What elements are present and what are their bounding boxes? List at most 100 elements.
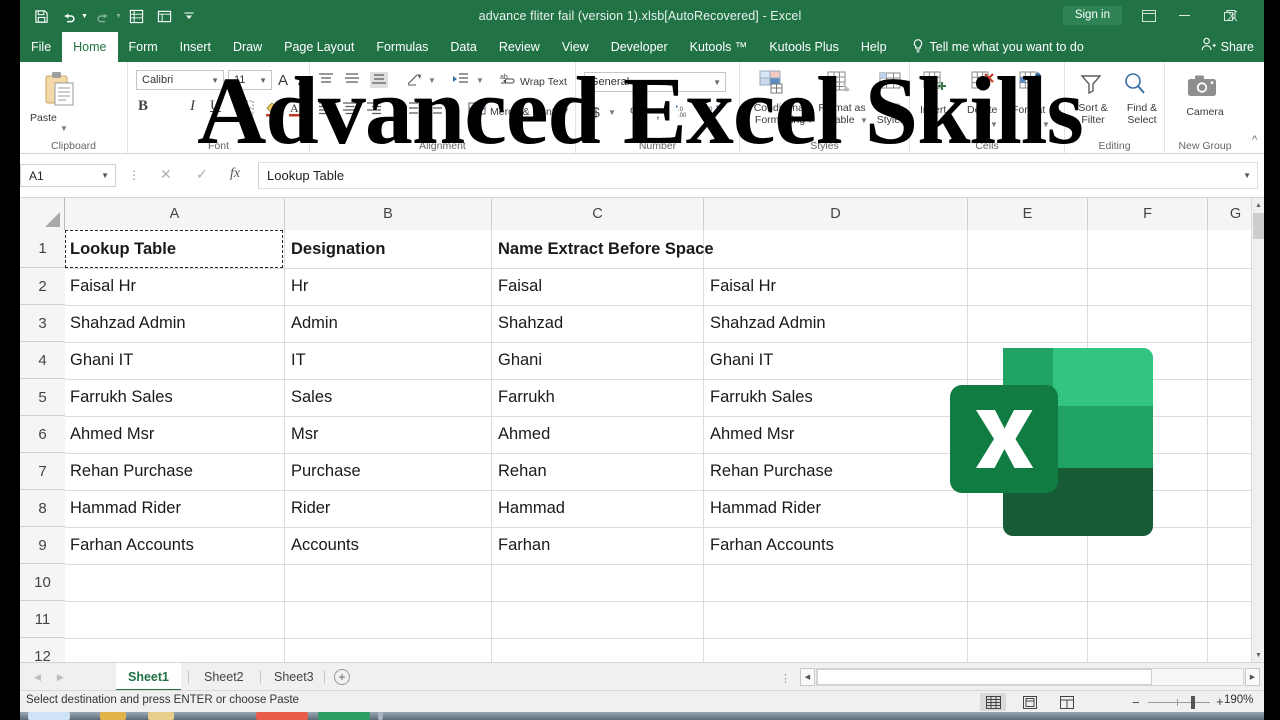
row-header-5[interactable]: 5 xyxy=(20,379,65,416)
shrink-font-button[interactable]: A xyxy=(298,74,306,88)
chevron-down-icon[interactable]: ▼ xyxy=(259,71,267,90)
collapse-ribbon-button[interactable]: ^ xyxy=(1252,134,1257,146)
row-header-12[interactable]: 12 xyxy=(20,638,65,662)
decrease-decimal-icon[interactable]: .00.0 xyxy=(702,104,722,119)
cell-b6[interactable]: Msr xyxy=(286,416,490,453)
tab-developer[interactable]: Developer xyxy=(600,32,679,62)
tab-form[interactable]: Form xyxy=(118,32,169,62)
column-header-e[interactable]: E xyxy=(968,198,1088,230)
horizontal-scrollbar-thumb[interactable] xyxy=(817,669,1152,685)
format-as-table-icon[interactable] xyxy=(826,70,854,96)
tab-file[interactable]: File xyxy=(20,32,62,62)
row-header-10[interactable]: 10 xyxy=(20,564,65,601)
align-middle-icon[interactable] xyxy=(344,72,360,86)
delete-cells-dropdown-icon[interactable]: ▼ xyxy=(990,120,998,129)
sign-in-button[interactable]: Sign in xyxy=(1062,6,1122,25)
align-left-icon[interactable] xyxy=(318,102,334,115)
italic-button[interactable]: I xyxy=(190,98,195,115)
fill-color-icon[interactable] xyxy=(264,100,281,117)
page-break-view-button[interactable] xyxy=(1054,693,1080,711)
sheet-nav-prev-icon[interactable]: ◀ xyxy=(34,672,41,683)
sheet-nav-arrows[interactable]: ◀ ▶ xyxy=(26,663,64,691)
row-header-8[interactable]: 8 xyxy=(20,490,65,527)
sort-filter-icon[interactable] xyxy=(1079,72,1103,96)
cell-b4[interactable]: IT xyxy=(286,342,490,379)
zoom-slider-track[interactable] xyxy=(1148,702,1210,703)
select-all-corner[interactable] xyxy=(20,198,65,230)
chevron-down-icon[interactable]: ▼ xyxy=(211,71,219,90)
taskbar-start-button[interactable] xyxy=(28,712,70,720)
open-recent-icon[interactable] xyxy=(152,4,178,28)
horizontal-scrollbar-track[interactable] xyxy=(816,668,1244,686)
taskbar-item-record[interactable] xyxy=(256,712,308,720)
column-header-f[interactable]: F xyxy=(1088,198,1208,230)
normal-view-button[interactable] xyxy=(980,693,1006,711)
redo-icon[interactable] xyxy=(90,4,116,28)
cancel-entry-button[interactable]: ✕ xyxy=(160,166,172,183)
cell-d3[interactable]: Shahzad Admin xyxy=(705,305,965,342)
ribbon-display-options-icon[interactable] xyxy=(1136,6,1162,26)
tab-kutools-plus[interactable]: Kutools Plus xyxy=(758,32,849,62)
sheet-tab-sheet2[interactable]: Sheet2 xyxy=(192,663,256,691)
tab-kutools[interactable]: Kutools ™ xyxy=(679,32,759,62)
cell-c9[interactable]: Farhan xyxy=(493,527,701,564)
cell-b1[interactable]: Designation xyxy=(286,230,490,268)
cell-d2[interactable]: Faisal Hr xyxy=(705,268,965,305)
row-header-2[interactable]: 2 xyxy=(20,268,65,305)
taskbar-item-excel[interactable] xyxy=(318,712,370,720)
row-header-3[interactable]: 3 xyxy=(20,305,65,342)
insert-function-button[interactable]: fx xyxy=(230,166,240,182)
increase-decimal-icon[interactable]: .0.00 xyxy=(676,104,696,119)
undo-dropdown-icon[interactable]: ▼ xyxy=(81,13,88,20)
format-as-table-dropdown-icon[interactable]: ▼ xyxy=(860,116,868,125)
add-sheet-button[interactable]: + xyxy=(334,669,350,685)
split-handle[interactable]: ⋮ xyxy=(780,672,791,685)
chevron-down-icon[interactable]: ▼ xyxy=(713,73,721,92)
cell-d5[interactable]: Farrukh Sales xyxy=(705,379,965,416)
cell-d4[interactable]: Ghani IT xyxy=(705,342,965,379)
cell-a2[interactable]: Faisal Hr xyxy=(65,268,283,305)
format-cells-label[interactable]: Format xyxy=(1012,104,1045,116)
align-center-icon[interactable] xyxy=(342,102,358,115)
tab-data[interactable]: Data xyxy=(439,32,487,62)
camera-label[interactable]: Camera xyxy=(1165,106,1245,118)
save-icon[interactable] xyxy=(28,4,54,28)
cell-a3[interactable]: Shahzad Admin xyxy=(65,305,283,342)
expand-formula-bar-icon[interactable]: ▼ xyxy=(1243,163,1251,189)
customize-qat-icon[interactable] xyxy=(180,4,198,28)
grow-font-button[interactable]: A xyxy=(278,72,288,89)
zoom-in-button[interactable]: + xyxy=(1216,694,1224,709)
find-select-icon[interactable] xyxy=(1123,72,1147,96)
taskbar-item-browser[interactable] xyxy=(148,712,174,720)
chevron-down-icon[interactable]: ▼ xyxy=(101,165,109,187)
share-button[interactable]: Share xyxy=(1201,32,1254,62)
conditional-formatting-icon[interactable] xyxy=(758,70,788,96)
horizontal-scrollbar[interactable]: ◀ ▶ xyxy=(800,668,1260,686)
align-right-icon[interactable] xyxy=(366,102,382,115)
column-header-b[interactable]: B xyxy=(285,198,492,230)
find-select-label[interactable]: Find & Select xyxy=(1117,102,1167,126)
decrease-indent-icon[interactable] xyxy=(402,102,419,115)
orientation-icon[interactable] xyxy=(406,72,424,87)
row-header-1[interactable]: 1 xyxy=(20,230,65,268)
currency-dropdown-icon[interactable]: ▼ xyxy=(608,108,616,117)
format-cells-icon[interactable] xyxy=(1018,70,1044,96)
tab-draw[interactable]: Draw xyxy=(222,32,273,62)
cell-a9[interactable]: Farhan Accounts xyxy=(65,527,283,564)
tab-help[interactable]: Help xyxy=(850,32,898,62)
align-top-icon[interactable] xyxy=(318,72,334,86)
taskbar-item-folder[interactable] xyxy=(100,712,126,720)
merge-center-dropdown-icon[interactable]: ▼ xyxy=(562,106,570,115)
cell-c1[interactable]: Name Extract Before Space xyxy=(493,230,963,268)
sheet-tab-sheet3[interactable]: Sheet3 xyxy=(262,663,326,691)
comma-style-icon[interactable]: , xyxy=(656,106,660,121)
cell-c4[interactable]: Ghani xyxy=(493,342,701,379)
cell-d7[interactable]: Rehan Purchase xyxy=(705,453,965,490)
cell-b2[interactable]: Hr xyxy=(286,268,490,305)
sheet-tab-sheet1[interactable]: Sheet1 xyxy=(116,663,181,691)
insert-cells-dropdown-icon[interactable]: ▼ xyxy=(944,120,952,129)
cell-a8[interactable]: Hammad Rider xyxy=(65,490,283,527)
conditional-formatting-dropdown-icon[interactable]: ▼ xyxy=(806,116,814,125)
page-layout-view-button[interactable] xyxy=(1017,693,1043,711)
zoom-slider-thumb[interactable] xyxy=(1191,696,1195,709)
